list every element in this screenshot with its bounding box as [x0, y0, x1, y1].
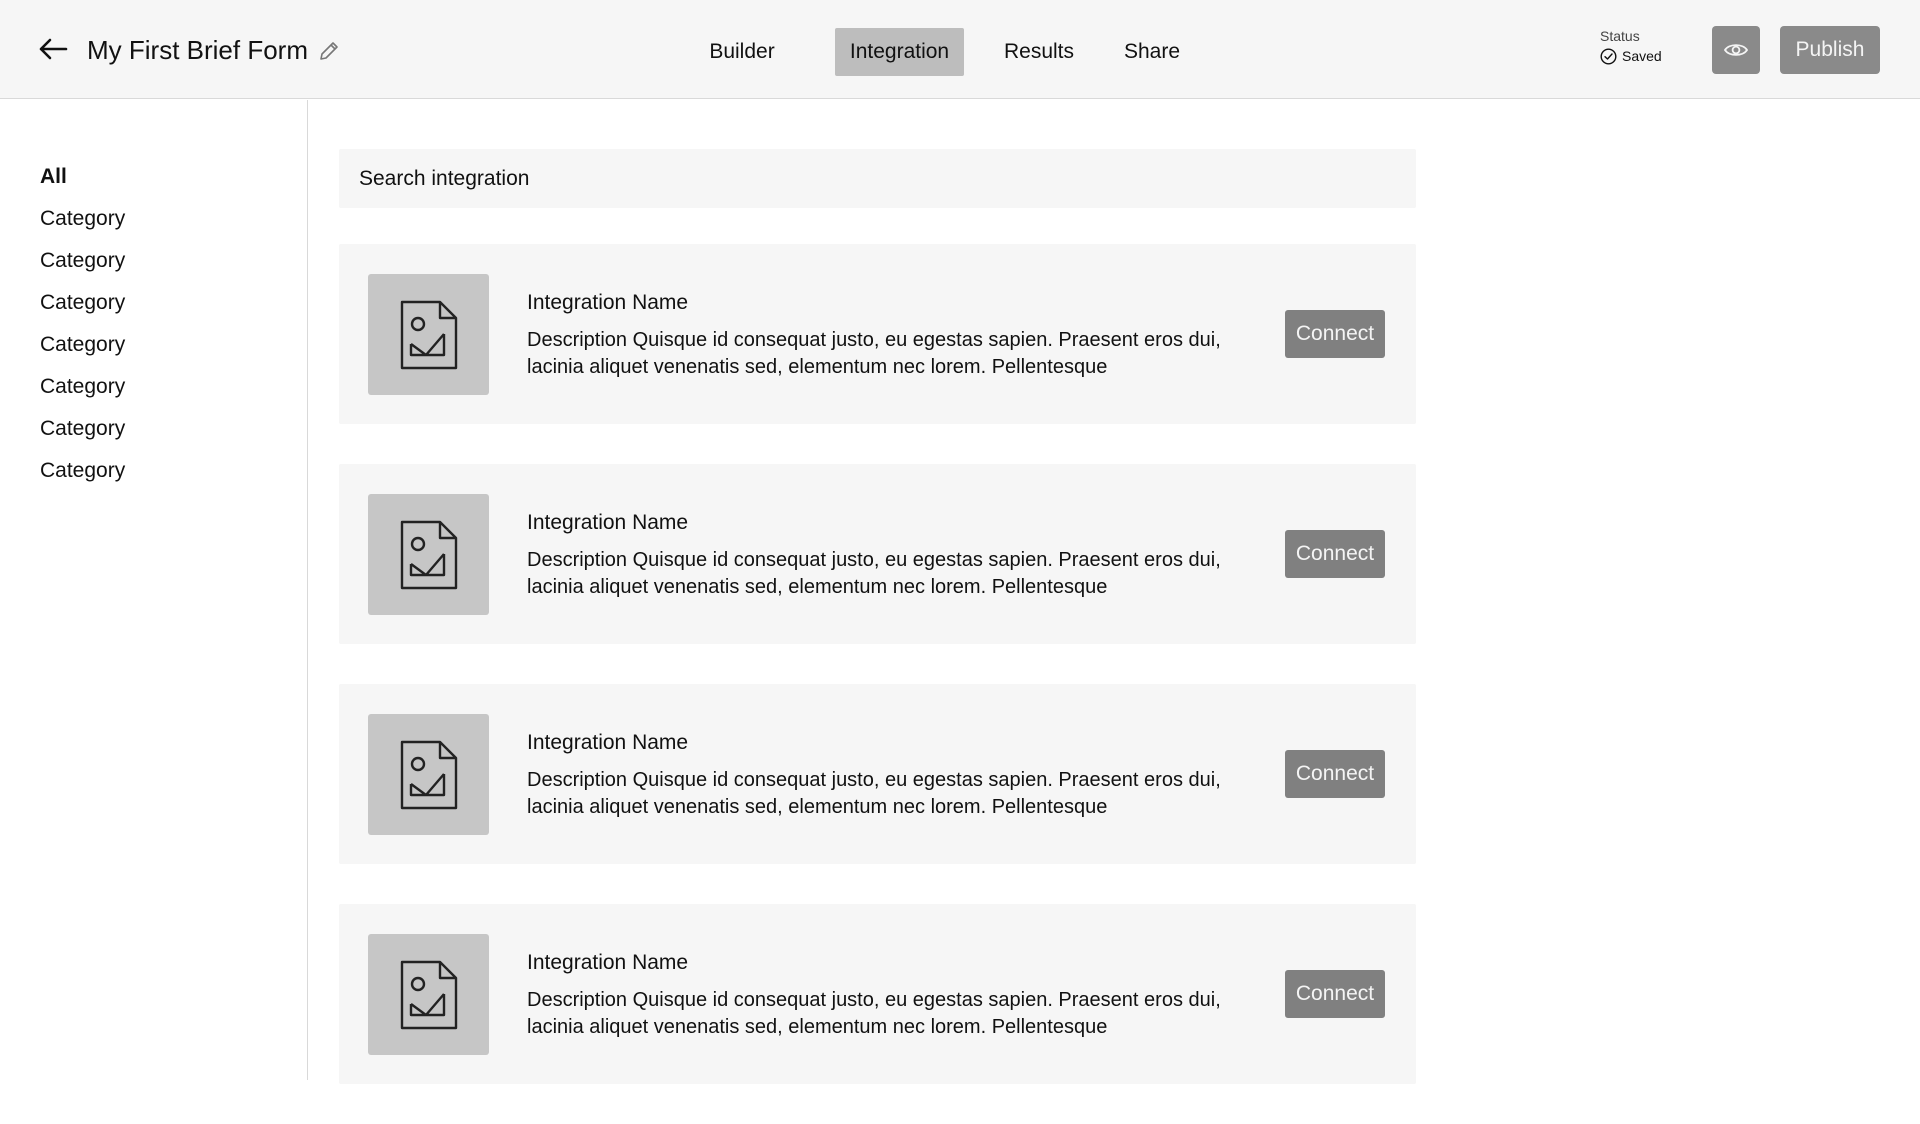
tab-integration[interactable]: Integration	[835, 28, 964, 76]
integration-description: Description Quisque id consequat justo, …	[527, 329, 1221, 378]
category-item[interactable]: Category	[40, 198, 125, 240]
image-file-icon	[400, 520, 457, 589]
integration-description: Description Quisque id consequat justo, …	[527, 769, 1221, 818]
tab-share[interactable]: Share	[1118, 28, 1186, 76]
connect-button[interactable]: Connect	[1285, 310, 1385, 358]
category-item[interactable]: Category	[40, 324, 125, 366]
category-item-all[interactable]: All	[40, 156, 125, 198]
integration-name: Integration Name	[527, 291, 689, 314]
integration-card: Integration Name Description Quisque id …	[339, 684, 1416, 864]
check-circle-icon	[1600, 47, 1617, 65]
integration-thumbnail	[368, 274, 489, 395]
integration-list: Integration Name Description Quisque id …	[339, 244, 1416, 1124]
category-list: All Category Category Category Category …	[40, 156, 125, 492]
connect-button[interactable]: Connect	[1285, 530, 1385, 578]
category-item[interactable]: Category	[40, 450, 125, 492]
image-file-icon	[400, 960, 457, 1029]
preview-button[interactable]	[1712, 26, 1760, 74]
save-status: Status Saved	[1600, 27, 1680, 65]
integration-description: Description Quisque id consequat justo, …	[527, 549, 1221, 598]
image-file-icon	[400, 300, 457, 369]
integration-description: Description Quisque id consequat justo, …	[527, 989, 1221, 1038]
eye-icon	[1723, 44, 1749, 56]
integration-card: Integration Name Description Quisque id …	[339, 904, 1416, 1084]
publish-button[interactable]: Publish	[1780, 26, 1880, 74]
category-item[interactable]: Category	[40, 366, 125, 408]
tab-results[interactable]: Results	[996, 28, 1082, 76]
tab-builder[interactable]: Builder	[698, 28, 786, 76]
integration-thumbnail	[368, 714, 489, 835]
integration-thumbnail	[368, 934, 489, 1055]
status-value: Saved	[1622, 48, 1662, 64]
connect-button[interactable]: Connect	[1285, 750, 1385, 798]
integration-thumbnail	[368, 494, 489, 615]
search-input[interactable]	[339, 149, 1416, 208]
status-label: Status	[1600, 28, 1640, 44]
category-item[interactable]: Category	[40, 282, 125, 324]
integration-name: Integration Name	[527, 511, 689, 534]
top-bar: My First Brief Form Builder Integration …	[0, 0, 1920, 99]
connect-button[interactable]: Connect	[1285, 970, 1385, 1018]
image-file-icon	[400, 740, 457, 809]
integration-card: Integration Name Description Quisque id …	[339, 464, 1416, 644]
integration-name: Integration Name	[527, 731, 689, 754]
category-item[interactable]: Category	[40, 240, 125, 282]
category-sidebar: All Category Category Category Category …	[0, 100, 308, 1080]
category-item[interactable]: Category	[40, 408, 125, 450]
integration-name: Integration Name	[527, 951, 689, 974]
integration-card: Integration Name Description Quisque id …	[339, 244, 1416, 424]
